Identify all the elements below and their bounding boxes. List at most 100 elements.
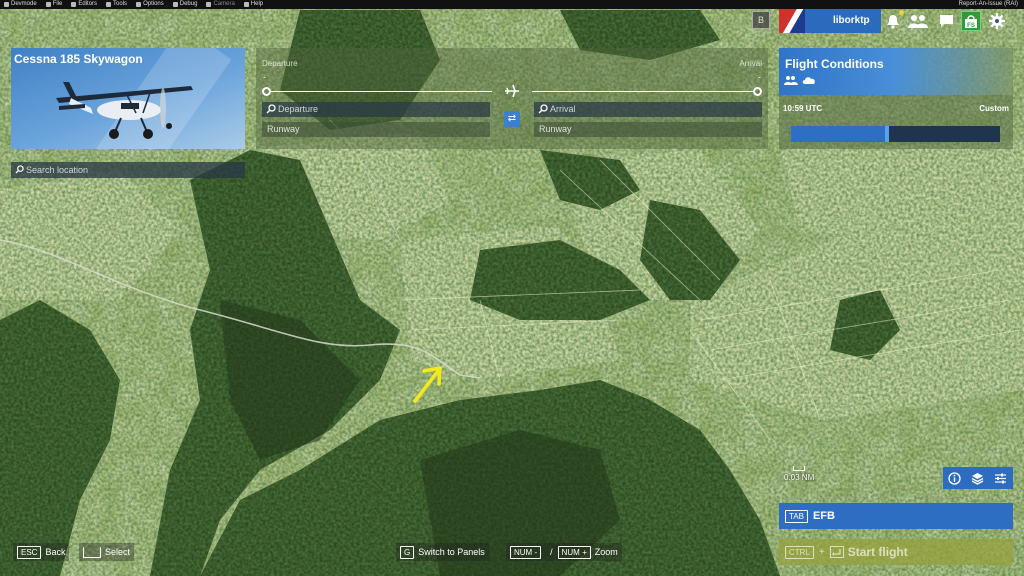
enter-key-icon — [829, 546, 844, 558]
flight-conditions-title: Flight Conditions — [785, 57, 884, 71]
flight-conditions-header: Flight Conditions — [779, 48, 1013, 95]
camera-menu[interactable]: Camera — [206, 0, 235, 9]
username: liborktp — [833, 15, 870, 26]
options-menu[interactable]: Options — [136, 0, 164, 9]
friends-button[interactable] — [908, 11, 928, 31]
chat-icon — [939, 15, 953, 27]
back-hint[interactable]: ESC Back — [13, 543, 70, 561]
marketplace-button[interactable]: FS — [961, 11, 981, 31]
scale-label: 0.03 NM — [784, 473, 815, 482]
report-issue-link[interactable]: Report-An-Issue (RAI) — [959, 0, 1018, 9]
wrench-icon — [106, 2, 112, 7]
time-of-day: 10:59 UTC — [783, 104, 823, 113]
search-icon — [538, 104, 548, 114]
efb-key: TAB — [785, 509, 808, 523]
conditions-mode: Custom — [979, 104, 1009, 113]
friends-icon — [908, 15, 928, 28]
zoom-label: Zoom — [594, 547, 618, 557]
start-flight-key: CTRL — [785, 545, 814, 559]
key-plus: + — [818, 546, 825, 558]
weather-cloud-icon — [802, 77, 815, 84]
search-location-placeholder: Search location — [26, 165, 89, 175]
search-icon — [266, 104, 276, 114]
arrival-input[interactable]: Arrival — [534, 102, 762, 117]
back-label: Back — [45, 547, 66, 557]
shopping-bag-icon: FS — [965, 14, 977, 29]
efb-label: EFB — [812, 510, 835, 522]
efb-button[interactable]: TAB EFB — [779, 503, 1013, 529]
info-icon — [948, 471, 961, 485]
switch-panels-label: Switch to Panels — [418, 547, 485, 557]
chat-button[interactable] — [936, 11, 956, 31]
help-menu[interactable]: Help — [243, 0, 263, 9]
devmode-menu[interactable]: Devmode — [4, 0, 37, 9]
yellow-arrow-annotation — [413, 366, 442, 403]
svg-text:FS: FS — [967, 23, 975, 29]
search-location-input[interactable]: Search location — [11, 162, 245, 178]
arrival-label: Arrival — [739, 59, 762, 68]
departure-runway-label: Runway — [267, 124, 300, 134]
map-tools — [943, 467, 1013, 489]
departure-track — [270, 91, 492, 92]
departure-runway-select[interactable]: Runway — [262, 122, 490, 137]
map-filters-button[interactable] — [989, 467, 1012, 489]
debug-menu[interactable]: Debug — [172, 0, 197, 9]
arrival-track — [532, 91, 754, 92]
start-flight-button[interactable]: CTRL + Start flight — [779, 539, 1013, 565]
b-button[interactable]: B — [752, 11, 770, 29]
start-flight-label: Start flight — [847, 545, 908, 559]
camera-icon — [206, 2, 212, 7]
devmode-menu-bar: Devmode File Editors Tools Options Debug… — [0, 0, 1024, 9]
arrival-runway-label: Runway — [539, 124, 572, 134]
arrival-runway-select[interactable]: Runway — [534, 122, 762, 137]
folder-icon — [45, 2, 51, 7]
departure-input[interactable]: Departure — [262, 102, 490, 117]
time-slider-fill — [791, 126, 888, 142]
departure-label: Departure — [262, 59, 298, 68]
zoom-in-key: NUM + — [557, 545, 591, 559]
departure-code: - — [263, 72, 266, 82]
time-slider-handle[interactable] — [885, 126, 890, 142]
zoom-separator: / — [550, 547, 553, 557]
flight-plan-panel: Departure Arrival - - Departure Runway ⇄… — [256, 48, 768, 149]
sliders-icon — [995, 473, 1006, 483]
search-icon — [15, 165, 24, 174]
file-menu[interactable]: File — [45, 0, 62, 9]
map-scale: 0.03 NM — [784, 466, 814, 482]
editors-menu[interactable]: Editors — [71, 0, 97, 9]
info-button[interactable] — [943, 467, 966, 489]
help-icon — [243, 2, 249, 7]
time-of-day-slider[interactable] — [791, 126, 1000, 142]
arrival-point — [753, 87, 762, 96]
swap-arrows-icon[interactable]: ⇄ — [504, 111, 520, 127]
user-profile[interactable]: liborktp — [805, 9, 881, 33]
layers-button[interactable] — [966, 467, 989, 489]
tools-menu[interactable]: Tools — [106, 0, 127, 9]
aircraft-image — [56, 82, 193, 139]
aircraft-card[interactable]: Cessna 185 Skywagon — [11, 48, 245, 149]
user-bar: liborktp FS — [779, 9, 1024, 33]
devmode-icon — [4, 2, 9, 7]
gear-icon — [989, 13, 1005, 29]
pencil-icon — [71, 2, 77, 7]
plane-icon — [505, 84, 519, 98]
panels-key: G — [400, 545, 415, 559]
arrival-code: - — [758, 72, 761, 82]
aircraft-name: Cessna 185 Skywagon — [14, 52, 143, 66]
flight-conditions-panel[interactable]: Flight Conditions 10:59 UTC Custom — [779, 48, 1013, 149]
scale-bar — [793, 466, 806, 471]
spacebar-key-icon — [83, 546, 101, 558]
bell-icon — [887, 14, 899, 29]
notification-badge — [899, 10, 904, 15]
select-hint[interactable]: Select — [79, 543, 135, 561]
layers-icon — [971, 472, 984, 485]
gear-icon — [136, 2, 142, 7]
select-label: Select — [105, 547, 131, 557]
arrival-placeholder: Arrival — [550, 104, 576, 114]
back-key: ESC — [17, 545, 42, 559]
multiplayer-icon — [784, 76, 798, 85]
departure-placeholder: Departure — [278, 104, 319, 114]
settings-button[interactable] — [987, 11, 1007, 31]
zoom-hint[interactable]: NUM - / NUM + Zoom — [506, 543, 622, 561]
switch-panels-hint[interactable]: G Switch to Panels — [396, 543, 489, 561]
